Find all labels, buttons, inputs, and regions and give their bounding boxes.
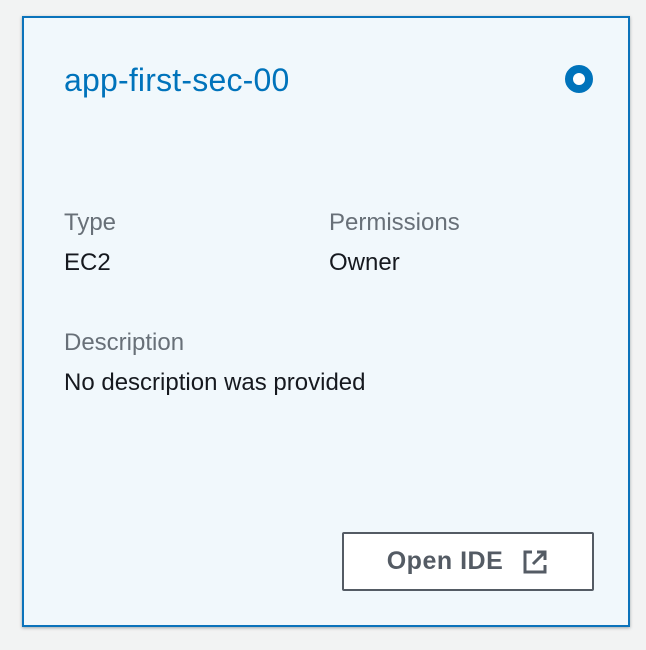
external-link-icon bbox=[521, 548, 549, 576]
type-value: EC2 bbox=[64, 249, 111, 276]
selection-radio[interactable] bbox=[565, 65, 593, 93]
type-label: Type bbox=[64, 209, 117, 236]
open-ide-button-label: Open IDE bbox=[386, 547, 504, 575]
permissions-label: Permissions bbox=[329, 209, 460, 236]
description-value: No description was provided bbox=[64, 369, 366, 396]
description-label: Description bbox=[64, 329, 185, 356]
open-ide-button[interactable]: Open IDE bbox=[342, 532, 594, 591]
permissions-value: Owner bbox=[329, 249, 400, 276]
card-title[interactable]: app-first-sec-00 bbox=[64, 60, 290, 100]
environment-card[interactable]: app-first-sec-00 Type EC2 Permissions Ow… bbox=[22, 16, 630, 627]
